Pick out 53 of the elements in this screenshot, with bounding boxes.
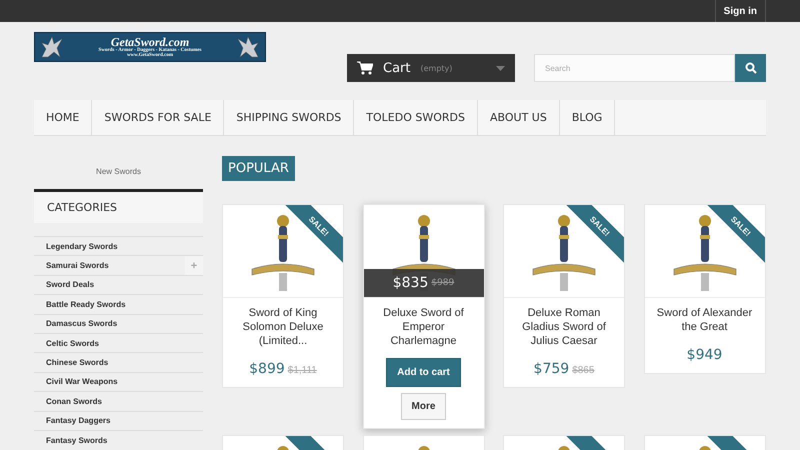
category-link[interactable]: Civil War Weapons [34, 372, 203, 392]
search-button[interactable] [735, 54, 766, 82]
category-label: Celtic Swords [46, 338, 99, 348]
product-card[interactable]: $835 $989 Deluxe Sword of Emperor Charlemagne Add to cart More [362, 204, 484, 429]
category-link[interactable]: Fantasy Daggers [34, 410, 203, 430]
category-link[interactable]: Celtic Swords [34, 332, 203, 352]
category-link[interactable]: Damascus Swords [34, 314, 203, 333]
section-title[interactable]: POPULAR [222, 156, 295, 181]
logo-title: GetaSword.com [110, 36, 190, 48]
cart-icon [357, 61, 373, 75]
old-price: $1,111 [288, 365, 317, 376]
category-link[interactable]: Sword Deals [34, 274, 203, 294]
cart-button[interactable]: Cart (empty) [347, 54, 515, 82]
more-button[interactable]: More [400, 393, 446, 420]
product-name[interactable]: Sword of Alexander the Great [644, 298, 764, 334]
product-name[interactable]: Deluxe Roman Gladius Sword of Julius Caesar [504, 298, 624, 348]
search-field[interactable]: Search [534, 54, 735, 82]
add-to-cart-button[interactable]: Add to cart [386, 358, 461, 387]
nav-link[interactable]: BLOG [560, 100, 616, 135]
category-label: Legendary Swords [46, 242, 118, 251]
category-link[interactable]: Legendary Swords [34, 236, 203, 256]
category-label: Chinese Swords [46, 358, 108, 368]
category-link[interactable]: Samurai Swords + [34, 255, 203, 275]
product-price: $949 [686, 347, 722, 363]
nav-link[interactable]: SHIPPING SWORDS [224, 100, 354, 135]
category-label: Samurai Swords [46, 261, 109, 270]
category-label: Sword Deals [46, 280, 94, 290]
categories-heading: CATEGORIES [34, 189, 203, 223]
nav-link[interactable]: ABOUT US [478, 100, 560, 135]
product-price: $759 [534, 361, 570, 377]
category-link[interactable]: Battle Ready Swords [34, 294, 203, 314]
category-label: Civil War Weapons [46, 377, 118, 386]
category-link[interactable]: Chinese Swords [34, 352, 203, 372]
old-price: $989 [431, 278, 454, 288]
sign-in-link[interactable]: Sign in [714, 0, 766, 22]
category-label: Fantasy Swords [46, 436, 108, 445]
nav-link[interactable]: SWORDS FOR SALE [92, 100, 224, 135]
category-link[interactable]: Fantasy Swords [34, 430, 203, 450]
new-swords-link[interactable]: New Swords [96, 167, 141, 176]
product-price: $835 [392, 275, 428, 291]
category-label: Battle Ready Swords [46, 300, 126, 309]
old-price: $865 [572, 365, 594, 376]
category-label: Damascus Swords [46, 319, 118, 328]
search-icon [744, 62, 756, 74]
caret-icon [496, 66, 505, 70]
nav-link[interactable]: HOME [34, 100, 92, 135]
product-name[interactable]: Sword of King Solomon Deluxe (Limited... [223, 298, 343, 348]
product-name[interactable]: Deluxe Sword of Emperor Charlemagne [364, 298, 484, 348]
product-price: $899 [249, 361, 285, 377]
category-label: Conan Swords [46, 396, 102, 406]
category-label: Fantasy Daggers [46, 416, 110, 426]
nav-link[interactable]: TOLEDO SWORDS [354, 100, 478, 135]
category-link[interactable]: Conan Swords [34, 391, 203, 411]
